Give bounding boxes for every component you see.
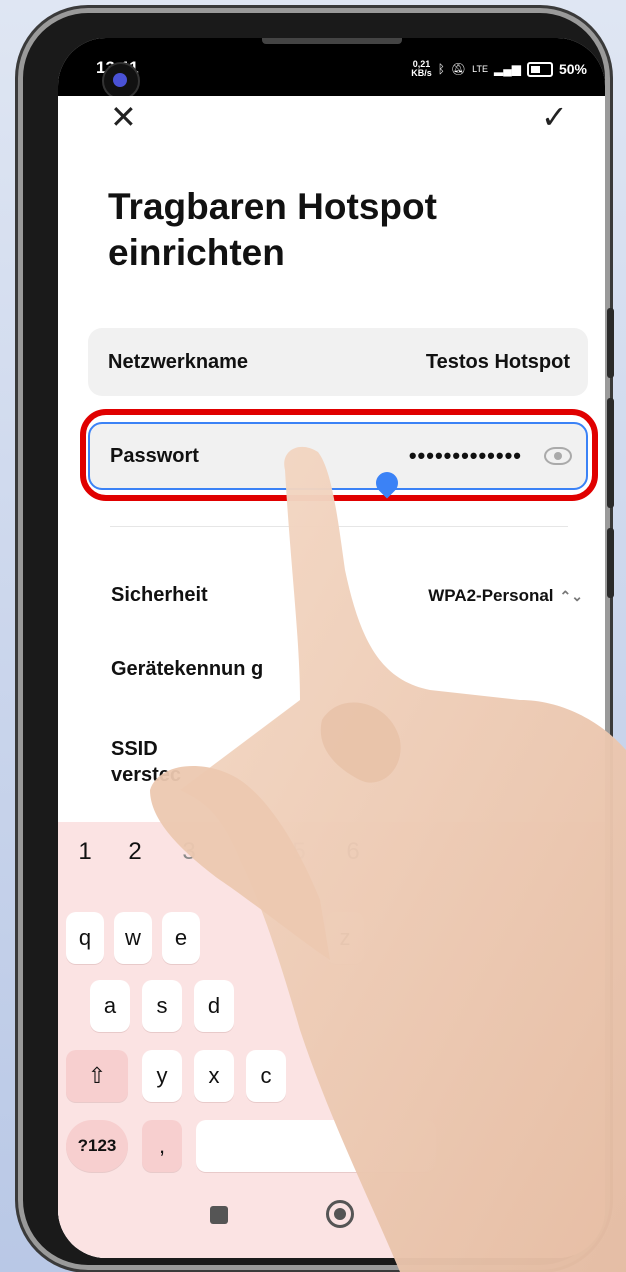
key-y[interactable]: y — [142, 1050, 182, 1102]
signal-icon: ▂▄▆ — [494, 62, 521, 76]
network-name-label: Netzwerkname — [108, 350, 249, 373]
security-label[interactable]: Sicherheit — [111, 584, 208, 607]
close-button[interactable]: ✕ — [110, 101, 140, 133]
shift-key[interactable]: ⇧ — [66, 1050, 128, 1102]
key-c[interactable]: c — [246, 1050, 286, 1102]
hotspot-settings: ✕ ✓ Tragbaren Hotspot einrichten Netzwer… — [58, 96, 605, 1258]
key-3[interactable]: 3 — [174, 838, 204, 866]
security-value-text: WPA2-Personal — [428, 586, 554, 605]
comma-key[interactable]: , — [142, 1120, 182, 1172]
top-bar: ✕ ✓ — [58, 96, 605, 156]
device-id-label[interactable]: Gerätekennun g — [111, 656, 271, 682]
phone-screen: 13:11 0,21 KB/s ᛒ 🔕︎ LTE ▂▄▆ 50% ✕ ✓ — [58, 38, 605, 1258]
home-icon[interactable] — [326, 1200, 354, 1228]
page-title-line2: einrichten — [108, 232, 285, 273]
page-title: Tragbaren Hotspot einrichten — [108, 184, 437, 276]
key-d[interactable]: d — [194, 980, 234, 1032]
key-6[interactable]: 6 — [338, 838, 368, 866]
key-w[interactable]: w — [114, 912, 152, 964]
keyboard: 1 2 3 5 6 q w e z a s d ⇧ y x c ?123 , — [58, 822, 605, 1258]
network-name-value: Testos Hotspot — [425, 350, 570, 373]
volume-down-button — [607, 528, 614, 598]
signal-label: LTE — [472, 64, 488, 74]
confirm-button[interactable]: ✓ — [541, 98, 577, 135]
power-button — [607, 308, 614, 378]
key-z[interactable]: z — [326, 912, 364, 964]
net-speed-unit: KB/s — [411, 68, 432, 78]
shift-arrow-icon: ⇧ — [87, 1063, 107, 1088]
volume-up-button — [607, 398, 614, 508]
muted-icon: 🔕︎ — [450, 62, 467, 76]
page-title-line1: Tragbaren Hotspot — [108, 186, 437, 227]
key-e[interactable]: e — [162, 912, 200, 964]
security-value[interactable]: WPA2-Personal ⌃⌄ — [428, 586, 583, 606]
highlight-box — [80, 409, 598, 501]
symbols-key[interactable]: ?123 — [66, 1120, 128, 1172]
key-1[interactable]: 1 — [70, 838, 100, 866]
bluetooth-icon: ᛒ — [437, 62, 445, 76]
net-speed: 0,21 KB/s — [411, 60, 432, 78]
key-s[interactable]: s — [142, 980, 182, 1032]
battery-level: 50% — [558, 61, 587, 77]
battery-icon — [526, 61, 553, 77]
space-key[interactable] — [196, 1120, 436, 1172]
key-x[interactable]: x — [194, 1050, 234, 1102]
speaker-notch — [261, 38, 402, 44]
ssid-hidden-label[interactable]: SSID verstec — [111, 736, 231, 788]
key-2[interactable]: 2 — [120, 838, 150, 866]
number-row: 1 2 3 5 6 — [58, 832, 605, 872]
key-a[interactable]: a — [90, 980, 130, 1032]
recent-apps-icon[interactable] — [210, 1206, 228, 1224]
status-icons: 0,21 KB/s ᛒ 🔕︎ LTE ▂▄▆ 50% — [411, 60, 587, 78]
network-name-field[interactable]: Netzwerkname Testos Hotspot — [88, 328, 588, 396]
status-bar: 13:11 0,21 KB/s ᛒ 🔕︎ LTE ▂▄▆ 50% — [58, 38, 605, 100]
divider — [110, 526, 568, 527]
key-5[interactable]: 5 — [284, 838, 314, 866]
phone-frame: 13:11 0,21 KB/s ᛒ 🔕︎ LTE ▂▄▆ 50% ✕ ✓ — [18, 8, 614, 1270]
up-down-chevron-icon: ⌃⌄ — [559, 588, 583, 605]
key-q[interactable]: q — [66, 912, 104, 964]
front-camera-icon — [102, 62, 140, 100]
